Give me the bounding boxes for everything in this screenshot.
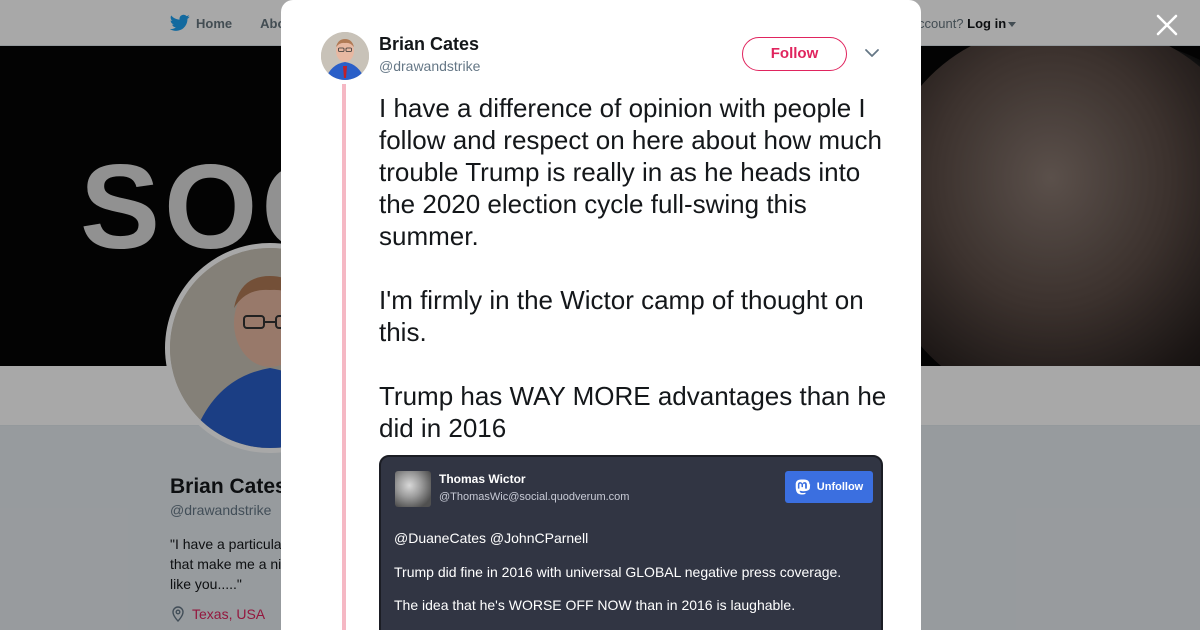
chevron-down-icon[interactable] [864,47,880,59]
tweet-paragraph: I'm firmly in the Wictor camp of thought… [379,285,864,347]
tweet-paragraph: Trump has WAY MORE advantages than he di… [379,381,887,443]
tweet-paragraph: I have a difference of opinion with peop… [379,93,882,251]
tweet-modal: Brian Cates @drawandstrike Follow I have… [281,0,921,630]
mastodon-icon [795,479,810,495]
follow-button[interactable]: Follow [742,37,847,71]
unfollow-label: Unfollow [816,481,864,493]
tweet-author-avatar[interactable] [321,32,369,80]
embedded-author-handle: @ThomasWic@social.quodverum.com [439,491,630,503]
embedded-text-line: @DuaneCates @JohnCParnell [394,530,589,546]
embedded-screenshot[interactable]: Thomas Wictor @ThomasWic@social.quodveru… [379,455,883,630]
thread-line [342,84,346,630]
tweet-text: I have a difference of opinion with peop… [379,92,889,444]
unfollow-button: Unfollow [785,471,873,503]
embedded-text-line: The idea that he's WORSE OFF NOW than in… [394,597,796,613]
embedded-text-line: Trump did fine in 2016 with universal GL… [394,564,842,580]
tweet-author-handle[interactable]: @drawandstrike [379,58,480,74]
tweet-author-name[interactable]: Brian Cates [379,34,479,55]
embedded-author-name: Thomas Wictor [439,472,526,486]
close-icon[interactable] [1153,11,1181,39]
embedded-author-avatar [395,471,431,507]
